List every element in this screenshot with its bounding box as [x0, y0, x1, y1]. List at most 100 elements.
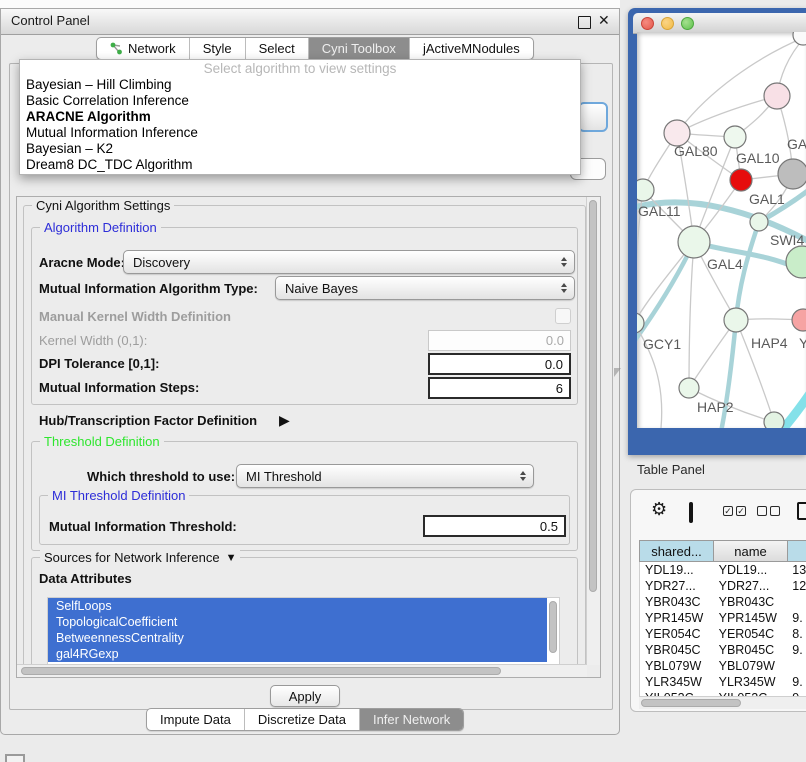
- node-label: Y: [799, 335, 806, 351]
- group-title: Threshold Definition: [40, 434, 164, 449]
- network-canvas[interactable]: GAL GAL80 GAL10 GAL1 GAL11 SWI4 GAL4 GCY…: [637, 32, 806, 428]
- dropdown-item[interactable]: Bayesian – Hill Climbing: [20, 77, 580, 93]
- node-gal11[interactable]: [637, 179, 654, 201]
- table-row[interactable]: YBL079WYBL079W: [640, 658, 806, 674]
- deselect-all-checks-icon[interactable]: [757, 506, 780, 516]
- dropdown-item[interactable]: Mutual Information Inference: [20, 125, 580, 141]
- node-gray[interactable]: [778, 159, 806, 189]
- mi-steps-input[interactable]: 6: [428, 377, 571, 399]
- table-row[interactable]: YBR043CYBR043C: [640, 594, 806, 610]
- float-window-icon[interactable]: [578, 16, 591, 29]
- collapsed-panel-icon[interactable]: [5, 754, 25, 762]
- document-icon[interactable]: [797, 502, 806, 520]
- gear-icon[interactable]: ⚙: [651, 499, 667, 520]
- list-item[interactable]: BetweennessCentrality: [48, 630, 547, 646]
- group-title: Sources for Network Inference ▼: [40, 550, 240, 565]
- dropdown-item[interactable]: Bayesian – K2: [20, 141, 580, 157]
- node-gal[interactable]: [764, 83, 790, 109]
- app-root: Control Panel ✕ Network Style Select Cyn…: [0, 0, 806, 762]
- tab-impute-data[interactable]: Impute Data: [147, 709, 245, 730]
- select-all-checks-icon[interactable]: ✓ ✓: [723, 506, 746, 516]
- table-body: YDL19...YDL19...13 YDR27...YDR27...12 YB…: [639, 562, 806, 696]
- tab-infer-network[interactable]: Infer Network: [360, 709, 463, 730]
- aracne-mode-label: Aracne Mode:: [39, 255, 125, 270]
- node-salmon[interactable]: [792, 309, 806, 331]
- horizontal-scrollbar[interactable]: [17, 664, 587, 677]
- node-unlabeled[interactable]: [793, 32, 806, 45]
- obscured-combo-fragment: [578, 102, 608, 132]
- table-row[interactable]: YDR27...YDR27...12: [640, 578, 806, 594]
- control-panel-window: Control Panel ✕ Network Style Select Cyn…: [0, 8, 620, 735]
- dropdown-item[interactable]: Basic Correlation Inference: [20, 93, 580, 109]
- list-item[interactable]: SelfLoops: [48, 598, 547, 614]
- horizontal-scrollbar-thumb[interactable]: [21, 667, 501, 675]
- dropdown-item[interactable]: Dream8 DC_TDC Algorithm: [20, 157, 580, 173]
- data-attributes-list[interactable]: SelfLoops TopologicalCoefficient Between…: [47, 597, 560, 669]
- table-row[interactable]: YER054CYER054C8.: [640, 626, 806, 642]
- combo-arrows-icon: [520, 471, 526, 481]
- table-scrollbar-thumb[interactable]: [641, 699, 741, 707]
- table-row[interactable]: YBR045CYBR045C9.: [640, 642, 806, 658]
- list-item[interactable]: TopologicalCoefficient: [48, 614, 547, 630]
- table-panel: ⚙ ✓ ✓ shared... name YDL19...YDL19...13 …: [630, 489, 806, 712]
- combo-arrows-icon: [561, 257, 567, 267]
- node-gal10[interactable]: [724, 126, 746, 148]
- minimize-traffic-light[interactable]: [661, 17, 674, 30]
- vertical-scrollbar[interactable]: [586, 197, 600, 665]
- node-hap4[interactable]: [724, 308, 748, 332]
- vertical-scrollbar-thumb[interactable]: [589, 200, 597, 592]
- node-label: GAL80: [674, 143, 718, 159]
- splitter-handle[interactable]: [614, 368, 621, 377]
- mi-threshold-input[interactable]: 0.5: [423, 515, 566, 537]
- close-icon[interactable]: ✕: [598, 12, 610, 29]
- data-attributes-label: Data Attributes: [39, 571, 132, 586]
- kernel-width-input[interactable]: 0.0: [428, 330, 571, 351]
- node-swi4[interactable]: [750, 213, 768, 231]
- node-label: GAL: [787, 136, 806, 152]
- control-panel-titlebar: Control Panel ✕: [1, 9, 619, 35]
- table-row[interactable]: YLR345WYLR345W9.: [640, 674, 806, 690]
- node-gal1[interactable]: [730, 169, 752, 191]
- table-row[interactable]: YDL19...YDL19...13: [640, 562, 806, 578]
- list-scrollbar[interactable]: [549, 601, 557, 653]
- top-strip: [0, 0, 620, 8]
- node-green-right[interactable]: [786, 246, 806, 278]
- dropdown-item-selected[interactable]: ARACNE Algorithm: [20, 109, 580, 125]
- settings-scrollpane: Cyni Algorithm Settings Algorithm Defini…: [16, 196, 601, 678]
- columns-icon[interactable]: [689, 502, 693, 523]
- expand-arrow-icon[interactable]: ▶: [279, 412, 290, 429]
- network-window-titlebar[interactable]: [633, 13, 806, 34]
- tab-select[interactable]: Select: [246, 38, 309, 59]
- column-header-partial[interactable]: [787, 540, 806, 562]
- tab-label: Network: [128, 41, 176, 56]
- node-gal4[interactable]: [678, 226, 710, 258]
- table-horizontal-scrollbar[interactable]: [639, 696, 806, 709]
- dpi-tolerance-input[interactable]: 0.0: [428, 353, 571, 375]
- aracne-mode-select[interactable]: Discovery: [123, 250, 575, 274]
- mi-type-label: Mutual Information Algorithm Type:: [39, 281, 258, 296]
- node-hap2[interactable]: [679, 378, 699, 398]
- which-threshold-select[interactable]: MI Threshold: [236, 464, 534, 488]
- table-panel-title: Table Panel: [637, 462, 705, 477]
- manual-kernel-checkbox[interactable]: [555, 308, 571, 324]
- node-label: GAL10: [736, 150, 780, 166]
- mi-algorithm-type-select[interactable]: Naive Bayes: [275, 276, 575, 300]
- network-graph: GAL GAL80 GAL10 GAL1 GAL11 SWI4 GAL4 GCY…: [637, 32, 806, 428]
- close-traffic-light[interactable]: [641, 17, 654, 30]
- list-item[interactable]: gal4RGexp: [48, 646, 547, 662]
- node-bottom[interactable]: [764, 412, 784, 428]
- tab-cyni-toolbox[interactable]: Cyni Toolbox: [309, 38, 410, 59]
- column-header-name[interactable]: name: [713, 540, 787, 562]
- column-header-shared-name[interactable]: shared...: [639, 540, 713, 562]
- panel-title: Control Panel: [11, 13, 90, 28]
- tab-jactivemnodules[interactable]: jActiveMNodules: [410, 38, 533, 59]
- collapse-arrow-icon[interactable]: ▼: [226, 552, 237, 564]
- which-threshold-label: Which threshold to use:: [87, 469, 235, 484]
- hub-definition-label[interactable]: Hub/Transcription Factor Definition: [39, 413, 257, 428]
- zoom-traffic-light[interactable]: [681, 17, 694, 30]
- tab-discretize-data[interactable]: Discretize Data: [245, 709, 360, 730]
- tab-network[interactable]: Network: [97, 38, 190, 59]
- table-row[interactable]: YPR145WYPR145W9.: [640, 610, 806, 626]
- apply-button[interactable]: Apply: [270, 685, 340, 707]
- tab-style[interactable]: Style: [190, 38, 246, 59]
